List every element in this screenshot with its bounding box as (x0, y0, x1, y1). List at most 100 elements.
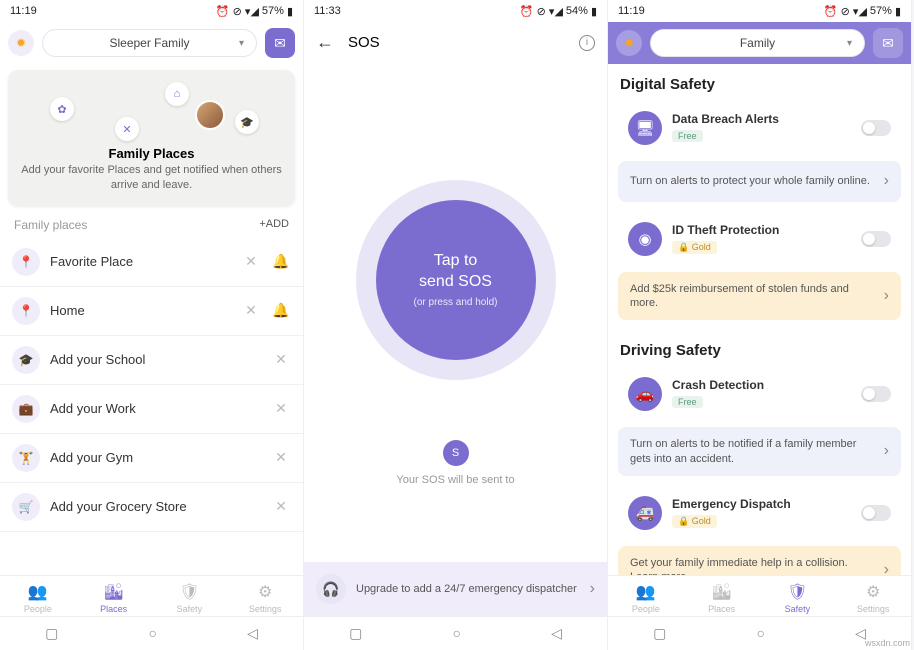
place-row[interactable]: 🎓Add your School✕ (0, 336, 303, 385)
nav-safety[interactable]: 🛡Safety (760, 582, 836, 614)
place-label: Home (50, 303, 231, 318)
close-icon[interactable]: ✕ (241, 301, 261, 321)
feature-dispatch: 🚑 Emergency Dispatch 🔒 Gold (618, 486, 901, 540)
place-row[interactable]: 📍 Favorite Place ✕ 🔔 (0, 238, 303, 287)
feature-info: Data Breach Alerts Free (672, 112, 851, 144)
place-row[interactable]: 📍Home✕🔔 (0, 287, 303, 336)
toggle-switch[interactable] (861, 386, 891, 402)
sys-home[interactable]: ○ (756, 625, 764, 642)
place-icon: 💼 (12, 395, 40, 423)
nav-people[interactable]: 👥People (608, 582, 684, 614)
feature-info: Emergency Dispatch 🔒 Gold (672, 497, 851, 529)
nav-safety[interactable]: 🛡Safety (152, 582, 228, 614)
tier-badge: 🔒 Gold (672, 241, 717, 254)
app-header: ✹ Sleeper Family ✉ (0, 22, 303, 64)
breach-banner[interactable]: Turn on alerts to protect your whole fam… (618, 161, 901, 202)
tier-badge: Free (672, 130, 703, 142)
status-icons: ⏰ ⊘ ▾◢ 57% ▮ (216, 5, 293, 18)
feature-title: Emergency Dispatch (672, 497, 851, 511)
chevron-right-icon: › (884, 286, 889, 307)
back-arrow-icon[interactable]: ← (316, 32, 334, 53)
map-pin-flower-icon[interactable]: ✿ (50, 97, 74, 121)
add-place-button[interactable]: +ADD (259, 218, 289, 232)
safety-content[interactable]: Digital Safety 🖥 Data Breach Alerts Free… (608, 64, 911, 575)
map-pin-food-icon[interactable]: ✕ (115, 117, 139, 141)
sos-button[interactable]: Tap to send SOS (or press and hold) (376, 200, 536, 360)
close-icon[interactable]: ✕ (241, 252, 261, 272)
sos-area: Tap to send SOS (or press and hold) S Yo… (304, 63, 607, 562)
sys-back[interactable]: ◁ (247, 625, 258, 642)
feature-id-theft: ◉ ID Theft Protection 🔒 Gold (618, 212, 901, 266)
recipient-text: Your SOS will be sent to (396, 474, 514, 486)
close-icon[interactable]: ✕ (271, 497, 291, 517)
feature-title: Data Breach Alerts (672, 112, 851, 126)
info-icon[interactable]: i (579, 35, 595, 51)
upgrade-banner[interactable]: 🎧 Upgrade to add a 24/7 emergency dispat… (304, 562, 607, 616)
place-icon: 📍 (12, 248, 40, 276)
family-dropdown[interactable]: Sleeper Family (42, 29, 257, 57)
badge-icon[interactable]: ✹ (8, 30, 34, 56)
badge-icon[interactable]: ✹ (616, 30, 642, 56)
sos-ring: Tap to send SOS (or press and hold) (356, 180, 556, 380)
bell-icon[interactable]: 🔔 (271, 252, 291, 272)
map-card[interactable]: ✿ ✕ ⌂ 🎓 Family Places Add your favorite … (8, 70, 295, 206)
mail-button[interactable]: ✉ (873, 28, 903, 58)
toggle-switch[interactable] (861, 505, 891, 521)
sys-recent[interactable]: ▢ (349, 625, 362, 642)
places-icon: 🏙 (711, 582, 731, 602)
close-icon[interactable]: ✕ (271, 448, 291, 468)
sys-recent[interactable]: ▢ (45, 625, 58, 642)
close-icon[interactable]: ✕ (271, 399, 291, 419)
nav-places[interactable]: 🏙Places (76, 582, 152, 614)
nav-settings[interactable]: ⚙Settings (835, 582, 911, 614)
family-dropdown[interactable]: Family (650, 29, 865, 57)
dispatch-banner[interactable]: Get your family immediate help in a coll… (618, 546, 901, 575)
idtheft-banner[interactable]: Add $25k reimbursement of stolen funds a… (618, 272, 901, 321)
status-time: 11:19 (10, 5, 37, 17)
sys-home[interactable]: ○ (148, 625, 156, 642)
recipient-avatar[interactable]: S (443, 440, 469, 466)
bell-icon[interactable]: 🔔 (271, 301, 291, 321)
place-row[interactable]: 🛒Add your Grocery Store✕ (0, 483, 303, 532)
status-time: 11:19 (618, 5, 645, 17)
feature-info: Crash Detection Free (672, 378, 851, 410)
toggle-switch[interactable] (861, 231, 891, 247)
chevron-right-icon: › (884, 560, 889, 575)
places-icon: 🏙 (103, 582, 123, 602)
mail-button[interactable]: ✉ (265, 28, 295, 58)
people-icon: 👥 (28, 582, 48, 602)
driving-safety-title: Driving Safety (618, 330, 901, 367)
nav-places[interactable]: 🏙Places (684, 582, 760, 614)
toggle-switch[interactable] (861, 120, 891, 136)
map-area: ✿ ✕ ⌂ 🎓 (20, 82, 283, 142)
banner-text: Turn on alerts to be notified if a famil… (630, 437, 876, 466)
map-pin-home-icon[interactable]: ⌂ (165, 82, 189, 106)
nav-people[interactable]: 👥People (0, 582, 76, 614)
place-label: Add your Gym (50, 450, 261, 465)
feature-title: Crash Detection (672, 378, 851, 392)
places-list: 📍Favorite Place✕🔔📍Home✕🔔🎓Add your School… (0, 238, 303, 532)
fingerprint-icon: ◉ (628, 222, 662, 256)
feature-crash: 🚗 Crash Detection Free (618, 367, 901, 421)
place-row[interactable]: 🏋 Add your Gym ✕ (0, 434, 303, 483)
sos-text-2: send SOS (419, 272, 492, 293)
map-avatar[interactable] (195, 100, 225, 130)
chevron-right-icon: › (884, 171, 889, 192)
map-pin-school-icon[interactable]: 🎓 (235, 110, 259, 134)
place-icon: 🏋 (12, 444, 40, 472)
close-icon[interactable]: ✕ (271, 350, 291, 370)
place-row[interactable]: 💼 Add your Work ✕ (0, 385, 303, 434)
nav-settings[interactable]: ⚙Settings (227, 582, 303, 614)
sys-home[interactable]: ○ (452, 625, 460, 642)
bottom-nav: 👥People 🏙Places 🛡Safety ⚙Settings (608, 575, 911, 616)
page-title: SOS (348, 34, 565, 51)
crash-banner[interactable]: Turn on alerts to be notified if a famil… (618, 427, 901, 476)
upgrade-text: Upgrade to add a 24/7 emergency dispatch… (356, 582, 580, 596)
sys-back[interactable]: ◁ (551, 625, 562, 642)
sos-header: ← SOS i (304, 22, 607, 63)
place-label: Favorite Place (50, 254, 231, 269)
place-label: Add your School (50, 352, 261, 367)
safety-icon: 🛡 (787, 582, 807, 602)
place-label: Add your Work (50, 401, 261, 416)
sys-recent[interactable]: ▢ (653, 625, 666, 642)
